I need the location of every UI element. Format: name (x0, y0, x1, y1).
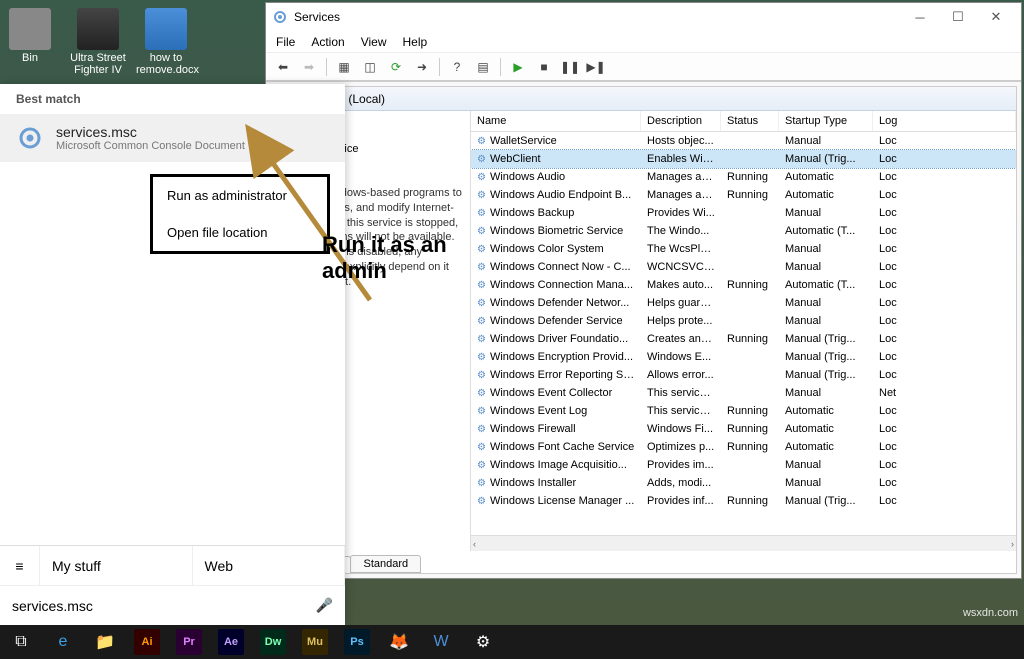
search-input[interactable] (12, 598, 316, 614)
tab-my-stuff[interactable]: My stuff (40, 546, 193, 585)
word-icon[interactable]: W (420, 625, 462, 659)
table-row[interactable]: Windows Error Reporting Se...Allows erro… (471, 366, 1016, 384)
table-row[interactable]: Windows Encryption Provid...Windows E...… (471, 348, 1016, 366)
menubar: File Action View Help (266, 31, 1021, 53)
table-row[interactable]: Windows Connect Now - C...WCNCSVC ...Man… (471, 258, 1016, 276)
watermark: wsxdn.com (963, 607, 1018, 619)
illustrator-icon[interactable]: Ai (126, 625, 168, 659)
table-row[interactable]: Windows Image Acquisitio...Provides im..… (471, 456, 1016, 474)
table-row[interactable]: Windows Event CollectorThis service ...M… (471, 384, 1016, 402)
table-row[interactable]: Windows Event LogThis service ...Running… (471, 402, 1016, 420)
icon-label: how to remove.docx (136, 52, 196, 76)
maximize-button[interactable]: ☐ (939, 9, 977, 25)
table-row[interactable]: Windows Biometric ServiceThe Windo...Aut… (471, 222, 1016, 240)
taskbar: ⧉ e 📁 Ai Pr Ae Dw Mu Ps 🦊 W ⚙ (0, 625, 1024, 659)
window-title: Services (294, 10, 340, 24)
back-button[interactable]: ⬅ (272, 56, 294, 78)
menu-view[interactable]: View (361, 35, 387, 49)
table-row[interactable]: Windows Connection Mana...Makes auto...R… (471, 276, 1016, 294)
table-row[interactable]: Windows FirewallWindows Fi...RunningAuto… (471, 420, 1016, 438)
tool-icon[interactable]: ▦ (333, 56, 355, 78)
muse-icon[interactable]: Mu (294, 625, 336, 659)
photoshop-icon[interactable]: Ps (336, 625, 378, 659)
table-row[interactable]: Windows Defender ServiceHelps prote...Ma… (471, 312, 1016, 330)
result-subtitle: Microsoft Common Console Document (56, 140, 245, 152)
result-title: services.msc (56, 124, 245, 140)
table-row[interactable]: Windows Font Cache ServiceOptimizes p...… (471, 438, 1016, 456)
icon-label: Bin (0, 52, 60, 64)
edge-icon[interactable]: e (42, 625, 84, 659)
menu-file[interactable]: File (276, 35, 295, 49)
table-row[interactable]: Windows Audio Endpoint B...Manages au...… (471, 186, 1016, 204)
explorer-icon[interactable]: 📁 (84, 625, 126, 659)
start-button[interactable]: ▶ (507, 56, 529, 78)
microphone-icon[interactable]: 🎤 (316, 597, 333, 614)
col-description[interactable]: Description (641, 111, 721, 131)
menu-action[interactable]: Action (311, 35, 344, 49)
table-row[interactable]: Windows InstallerAdds, modi...ManualLoc (471, 474, 1016, 492)
close-button[interactable]: ✕ (977, 9, 1015, 25)
table-row[interactable]: WebClientEnables Win...Manual (Trig...Lo… (471, 150, 1016, 168)
desktop-icon-game[interactable]: Ultra Street Fighter IV (68, 8, 128, 76)
table-row[interactable]: Windows BackupProvides Wi...ManualLoc (471, 204, 1016, 222)
table-row[interactable]: Windows AudioManages au...RunningAutomat… (471, 168, 1016, 186)
export-button[interactable]: ➜ (411, 56, 433, 78)
horizontal-scrollbar[interactable]: ‹› (471, 535, 1016, 551)
table-row[interactable]: Windows Defender Networ...Helps guard...… (471, 294, 1016, 312)
desktop-icon-doc[interactable]: how to remove.docx (136, 8, 196, 76)
icon-label: Ultra Street Fighter IV (68, 52, 128, 76)
dreamweaver-icon[interactable]: Dw (252, 625, 294, 659)
minimize-button[interactable]: ─ (901, 10, 939, 25)
tab-standard[interactable]: Standard (350, 555, 421, 573)
premiere-icon[interactable]: Pr (168, 625, 210, 659)
forward-button[interactable]: ➡ (298, 56, 320, 78)
tool-icon[interactable]: ◫ (359, 56, 381, 78)
table-row[interactable]: Windows Driver Foundatio...Creates and..… (471, 330, 1016, 348)
services-header: Services (Local) (271, 87, 1016, 111)
firefox-icon[interactable]: 🦊 (378, 625, 420, 659)
col-status[interactable]: Status (721, 111, 779, 131)
menu-help[interactable]: Help (403, 35, 428, 49)
help-button[interactable]: ? (446, 56, 468, 78)
taskview-button[interactable]: ⧉ (0, 625, 42, 659)
stop-button[interactable]: ■ (533, 56, 555, 78)
hamburger-button[interactable]: ≡ (0, 546, 40, 585)
table-row[interactable]: Windows License Manager ...Provides inf.… (471, 492, 1016, 510)
tool-icon[interactable]: ▤ (472, 56, 494, 78)
col-logon[interactable]: Log (873, 111, 1016, 131)
col-startup[interactable]: Startup Type (779, 111, 873, 131)
services-table: Name Description Status Startup Type Log… (471, 111, 1016, 551)
table-row[interactable]: WalletServiceHosts objec...ManualLoc (471, 132, 1016, 150)
gear-icon (16, 124, 44, 152)
pause-button[interactable]: ❚❚ (559, 56, 581, 78)
titlebar[interactable]: Services ─ ☐ ✕ (266, 3, 1021, 31)
refresh-button[interactable]: ⟳ (385, 56, 407, 78)
toolbar: ⬅ ➡ ▦ ◫ ⟳ ➜ ? ▤ ▶ ■ ❚❚ ▶❚ (266, 53, 1021, 81)
settings-icon[interactable]: ⚙ (462, 625, 504, 659)
aftereffects-icon[interactable]: Ae (210, 625, 252, 659)
services-icon (272, 9, 288, 25)
table-row[interactable]: Windows Color SystemThe WcsPlu...ManualL… (471, 240, 1016, 258)
restart-button[interactable]: ▶❚ (585, 56, 607, 78)
desktop-icon-bin[interactable]: Bin (0, 8, 60, 76)
annotation-text: Run it as an admin (322, 232, 447, 285)
tab-web[interactable]: Web (193, 546, 346, 585)
col-name[interactable]: Name (471, 111, 641, 131)
